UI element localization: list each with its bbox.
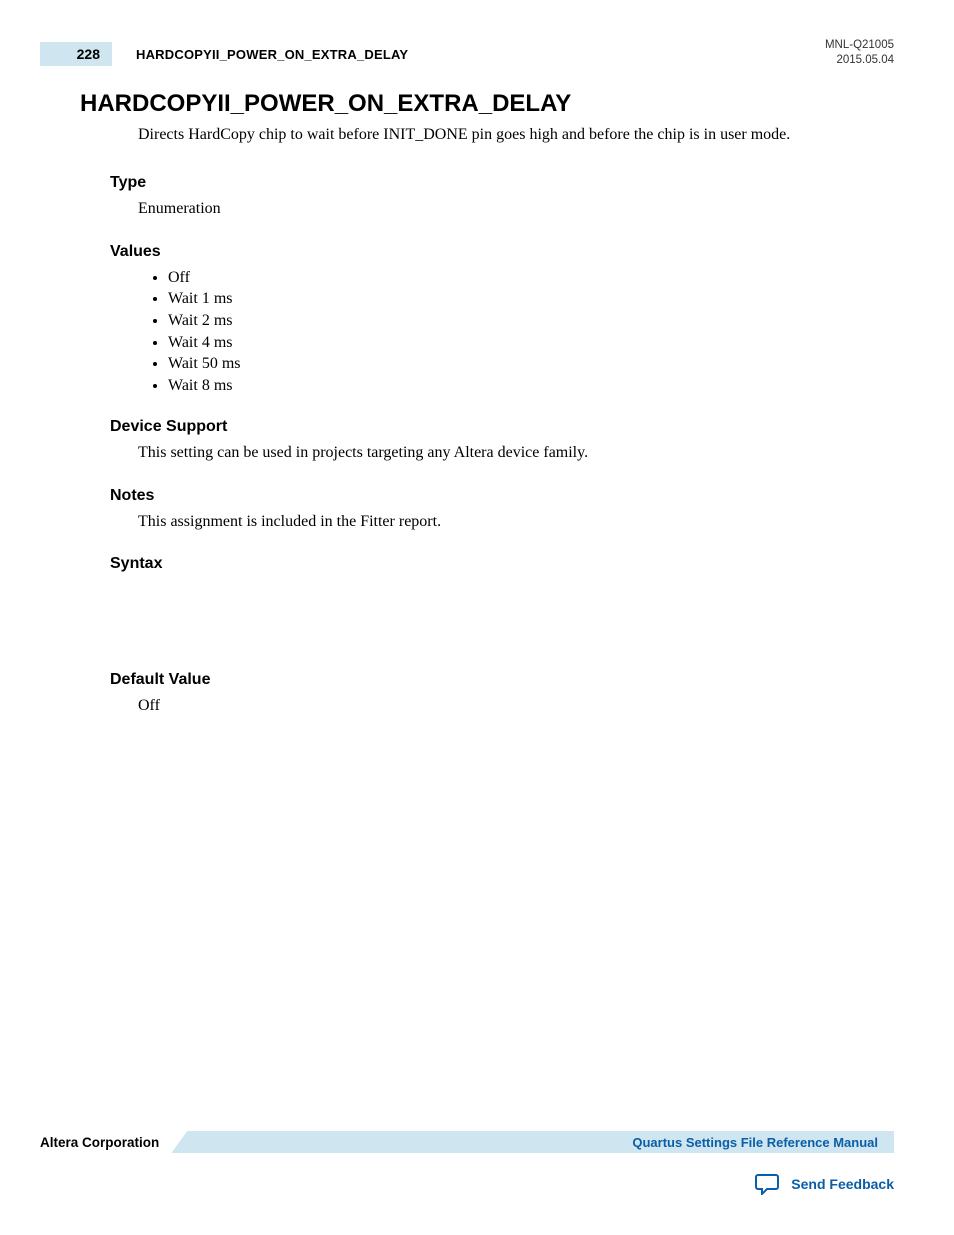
section-body-device-support: This setting can be used in projects tar… [138,442,894,464]
intro-text: Directs HardCopy chip to wait before INI… [138,124,894,146]
section-body-type: Enumeration [138,198,894,220]
page-header: 228 HARDCOPYII_POWER_ON_EXTRA_DELAY MNL-… [0,0,954,70]
doc-id: MNL-Q21005 [825,38,894,53]
list-item: Wait 1 ms [168,288,894,310]
send-feedback-link[interactable]: Send Feedback [791,1176,894,1192]
section-body-default-value: Off [138,695,894,717]
section-heading-notes: Notes [110,487,894,505]
footer-bar: Altera Corporation Quartus Settings File… [40,1129,894,1155]
feedback: Send Feedback [40,1173,894,1195]
doc-date: 2015.05.04 [825,53,894,68]
section-heading-type: Type [110,174,894,192]
page-content: HARDCOPYII_POWER_ON_EXTRA_DELAY Directs … [0,70,954,718]
section-heading-syntax: Syntax [110,555,894,573]
section-body-notes: This assignment is included in the Fitte… [138,511,894,533]
section-heading-device-support: Device Support [110,418,894,436]
manual-link[interactable]: Quartus Settings File Reference Manual [632,1135,878,1150]
syntax-placeholder [80,579,894,649]
section-heading-default-value: Default Value [110,671,894,689]
header-left: 228 HARDCOPYII_POWER_ON_EXTRA_DELAY [40,42,894,66]
running-title: HARDCOPYII_POWER_ON_EXTRA_DELAY [136,47,408,62]
values-list: Off Wait 1 ms Wait 2 ms Wait 4 ms Wait 5… [168,267,894,397]
list-item: Wait 8 ms [168,375,894,397]
page-footer: Altera Corporation Quartus Settings File… [0,1129,954,1195]
page-title: HARDCOPYII_POWER_ON_EXTRA_DELAY [80,90,894,118]
header-meta: MNL-Q21005 2015.05.04 [825,38,894,68]
page-number: 228 [40,42,112,66]
footer-banner: Quartus Settings File Reference Manual [171,1131,894,1153]
list-item: Wait 4 ms [168,332,894,354]
section-heading-values: Values [110,243,894,261]
list-item: Wait 50 ms [168,353,894,375]
speech-bubble-icon [755,1173,781,1195]
list-item: Off [168,267,894,289]
list-item: Wait 2 ms [168,310,894,332]
footer-company: Altera Corporation [40,1135,171,1150]
